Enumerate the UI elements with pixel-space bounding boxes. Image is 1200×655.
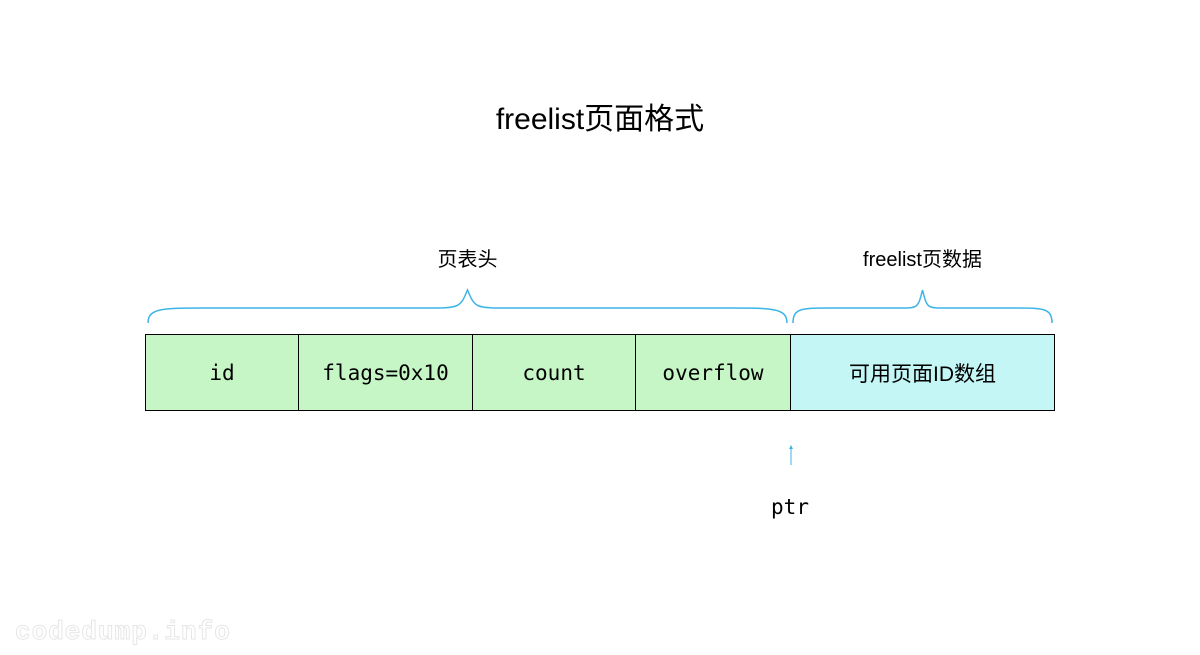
watermark: codedump.info — [15, 617, 231, 647]
brace-data-icon — [790, 278, 1055, 326]
cell-overflow: overflow — [635, 334, 791, 411]
cell-array: 可用页面ID数组 — [790, 334, 1055, 411]
ptr-label: ptr — [760, 495, 820, 519]
cell-count: count — [472, 334, 636, 411]
cell-id: id — [145, 334, 299, 411]
section-label-header: 页表头 — [145, 243, 790, 272]
diagram-title: freelist页面格式 — [0, 94, 1200, 138]
section-label-data: freelist页数据 — [790, 243, 1055, 272]
cell-flags: flags=0x10 — [298, 334, 473, 411]
page-layout-row: id flags=0x10 count overflow 可用页面ID数组 — [145, 334, 1055, 411]
ptr-arrow-icon — [789, 425, 793, 485]
brace-header-icon — [145, 278, 790, 326]
